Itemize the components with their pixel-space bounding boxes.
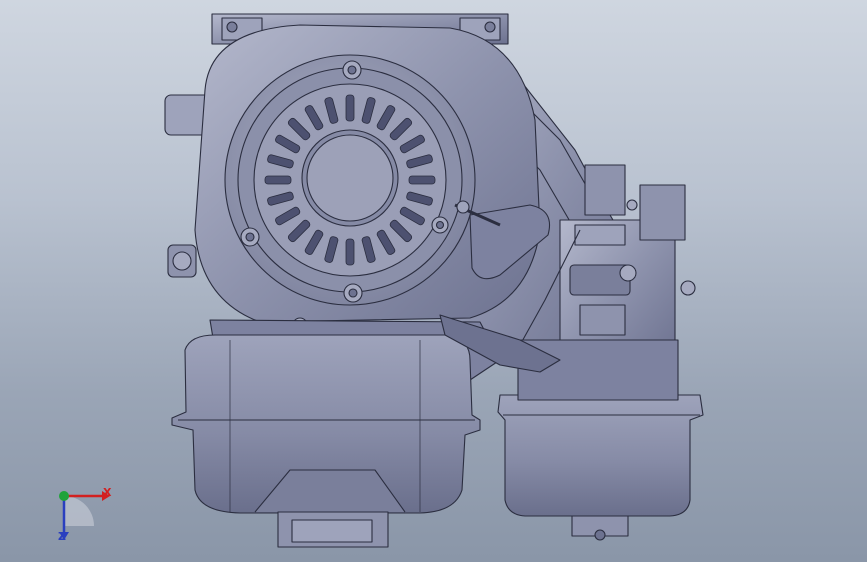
graphics-viewport[interactable]: X Z xyxy=(0,0,867,562)
z-axis-label: Z xyxy=(58,530,66,543)
engine-model[interactable] xyxy=(0,0,867,562)
y-axis-dot xyxy=(59,491,69,501)
x-axis-label: X xyxy=(103,486,112,499)
fuel-tank-left xyxy=(171,334,481,548)
coordinate-triad xyxy=(59,491,110,540)
